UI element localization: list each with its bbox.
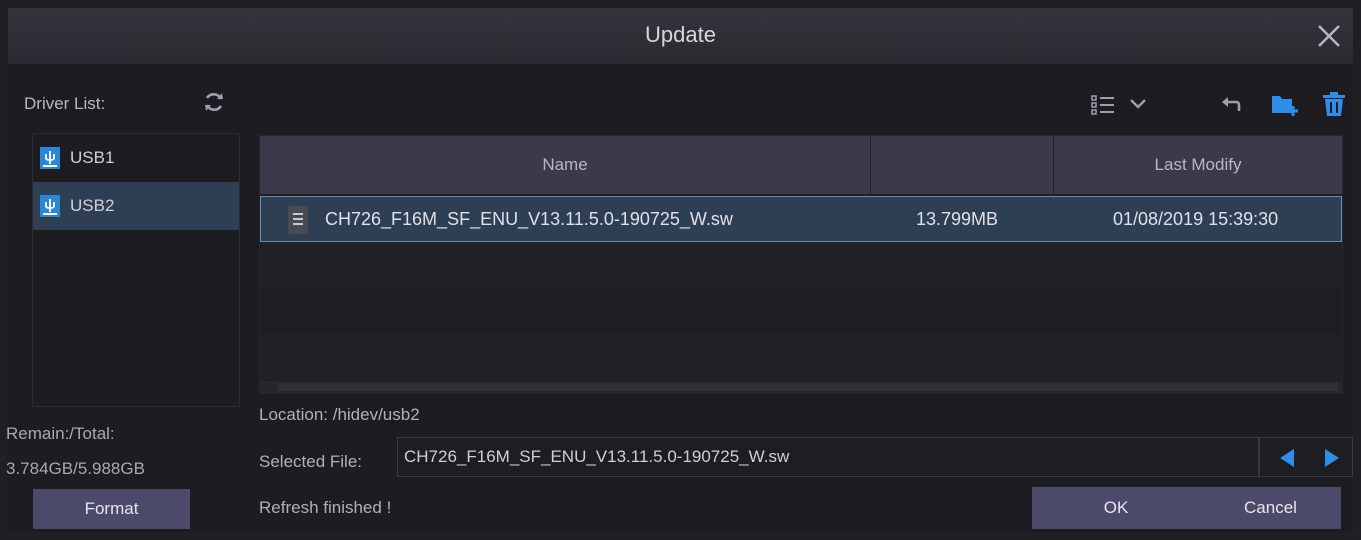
page-arrows — [1259, 437, 1353, 477]
ok-button[interactable]: OK — [1032, 487, 1200, 529]
table-row[interactable]: CH726_F16M_SF_ENU_V13.11.5.0-190725_W.sw… — [260, 196, 1342, 242]
usb-icon — [40, 195, 60, 217]
driver-list-label: Driver List: — [24, 94, 106, 113]
file-name: CH726_F16M_SF_ENU_V13.11.5.0-190725_W.sw — [325, 208, 733, 229]
table-row-empty — [260, 288, 1342, 334]
scrollbar-thumb[interactable] — [278, 383, 1338, 391]
selected-file-input[interactable] — [397, 437, 1259, 477]
usb-icon — [40, 147, 60, 169]
new-folder-icon[interactable] — [1271, 91, 1299, 117]
status-text: Refresh finished ! — [259, 498, 392, 517]
driver-item-usb2[interactable]: USB2 — [33, 182, 239, 230]
file-icon — [288, 206, 308, 234]
driver-list: USB1 USB2 — [32, 133, 240, 407]
format-button[interactable]: Format — [33, 489, 190, 529]
file-table: Name Last Modify CH726_F16M_SF_ENU_V13.1… — [259, 135, 1343, 394]
back-arrow-icon[interactable] — [1220, 93, 1242, 113]
driver-item-usb1[interactable]: USB1 — [33, 134, 239, 182]
file-size: 13.799MB — [916, 208, 999, 229]
table-header: Name Last Modify — [260, 136, 1342, 194]
horizontal-scrollbar[interactable] — [260, 381, 1342, 393]
column-header-size[interactable] — [871, 136, 1054, 194]
file-last-modify: 01/08/2019 15:39:30 — [1113, 208, 1279, 229]
table-row-empty — [260, 242, 1342, 288]
dialog-title: Update — [645, 22, 716, 47]
refresh-icon[interactable] — [202, 90, 226, 114]
table-row-empty — [260, 334, 1342, 380]
cancel-button[interactable]: Cancel — [1200, 487, 1341, 529]
selected-file-label: Selected File: — [259, 452, 362, 471]
list-view-icon[interactable] — [1091, 94, 1115, 116]
column-header-last-modify[interactable]: Last Modify — [1054, 136, 1342, 194]
driver-item-label: USB1 — [70, 148, 115, 167]
close-icon[interactable] — [1313, 20, 1345, 52]
arrow-left-icon[interactable] — [1278, 448, 1296, 468]
driver-item-label: USB2 — [70, 196, 115, 215]
remain-total-value: 3.784GB/5.988GB — [6, 459, 145, 478]
location-text: Location: /hidev/usb2 — [259, 405, 420, 424]
arrow-right-icon[interactable] — [1323, 448, 1341, 468]
remain-total-label: Remain:/Total: — [6, 424, 115, 443]
title-bar: Update — [8, 8, 1353, 64]
chevron-down-icon[interactable] — [1129, 97, 1147, 111]
column-header-name[interactable]: Name — [260, 136, 871, 194]
trash-icon[interactable] — [1322, 91, 1346, 117]
